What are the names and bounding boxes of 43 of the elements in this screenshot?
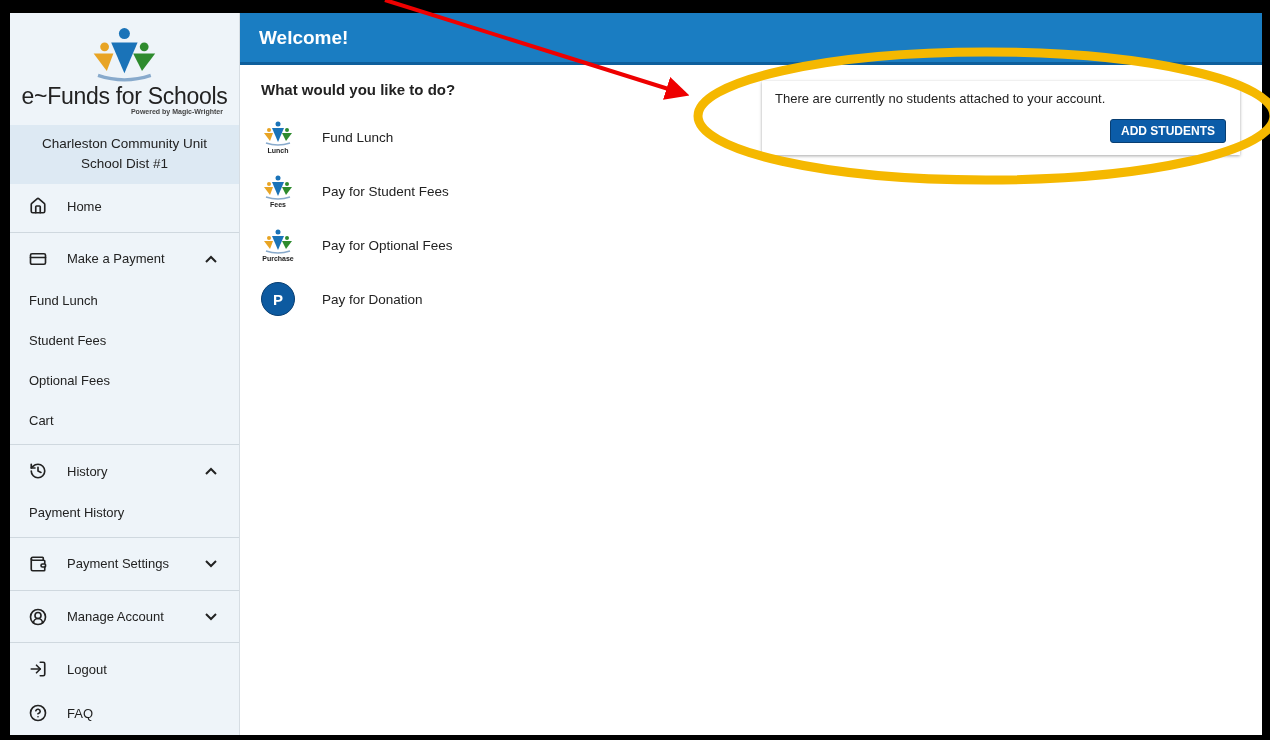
sidebar-label: History <box>67 463 109 479</box>
add-students-button[interactable]: ADD STUDENTS <box>1110 119 1226 143</box>
prompt-heading: What would you like to do? <box>261 81 456 98</box>
sidebar-label: Home <box>67 198 103 214</box>
sidebar-item[interactable]: FAQ <box>10 691 239 735</box>
chevron-down-icon <box>205 612 217 621</box>
sidebar-item[interactable]: Manage Account <box>10 594 239 639</box>
sidebar-subitem[interactable]: Cart <box>10 400 239 441</box>
chevron-up-icon <box>205 254 217 263</box>
sidebar-subitem[interactable]: Student Fees <box>10 320 239 361</box>
sidebar-item[interactable]: Logout <box>10 647 239 692</box>
sidebar-label: Manage Account <box>67 609 165 624</box>
action-link[interactable]: Fund Lunch <box>322 129 394 145</box>
user-circle-icon <box>29 607 47 626</box>
action-link[interactable]: Pay for Optional Fees <box>322 237 453 253</box>
history-icon <box>29 462 47 481</box>
sidebar-item[interactable]: Payment Settings <box>10 541 239 586</box>
login-icon <box>29 660 47 679</box>
sidebar-label: Logout <box>67 661 108 677</box>
sidebar-subitem[interactable]: Fund Lunch <box>10 280 239 321</box>
figures-logo-icon <box>261 174 295 201</box>
figures-logo-icon <box>261 120 295 147</box>
logo-title: e~Funds for Schools <box>21 84 228 108</box>
sidebar-subitem[interactable]: Payment History <box>10 493 239 533</box>
sidebar-label: FAQ <box>67 705 94 721</box>
wallet-icon <box>29 554 47 573</box>
sidebar-item[interactable]: History <box>10 449 239 493</box>
letter-badge-icon: P <box>261 282 295 316</box>
page-title: Welcome! <box>240 13 1262 65</box>
figures-logo-icon <box>261 228 295 255</box>
action-link[interactable]: Pay for Student Fees <box>322 183 449 199</box>
district-name: Charleston Community Unit School Dist #1 <box>10 124 239 185</box>
sidebar-label: Payment Settings <box>67 556 170 572</box>
notice-message: There are currently no students attached to your account. <box>775 91 1107 106</box>
sidebar-subitem[interactable]: Optional Fees <box>10 360 239 401</box>
help-icon <box>29 704 47 723</box>
sidebar-item[interactable]: Home <box>10 184 239 229</box>
action-link[interactable]: Pay for Donation <box>322 291 423 307</box>
chevron-up-icon <box>205 467 217 476</box>
home-icon <box>29 197 47 216</box>
sidebar-item[interactable]: Make a Payment <box>10 237 239 281</box>
chevron-down-icon <box>205 559 217 568</box>
sidebar-label: Make a Payment <box>67 251 166 267</box>
